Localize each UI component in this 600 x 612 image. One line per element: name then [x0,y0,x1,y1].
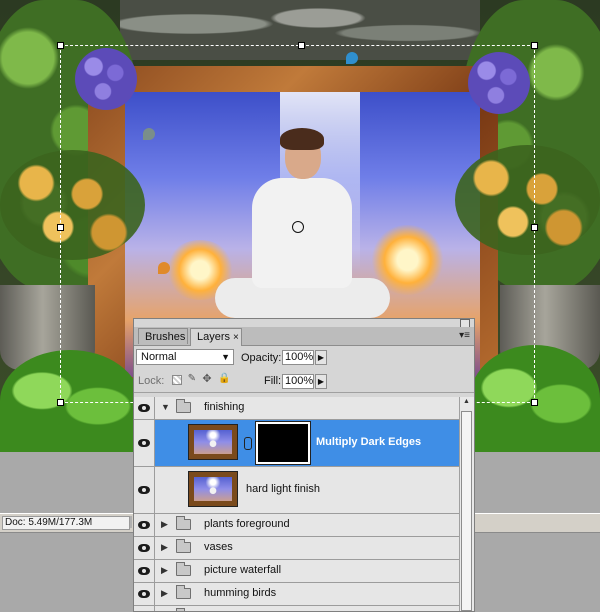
collapse-arrow-icon[interactable]: ▶ [161,542,168,553]
tab-layers[interactable]: Layers × [190,328,242,346]
lock-all-icon[interactable]: 🔒 [218,374,230,385]
tab-brushes[interactable]: Brushes [138,328,188,344]
blend-mode-value: Normal [141,351,177,363]
collapse-arrow-icon[interactable]: ▶ [161,519,168,530]
layer-thumbnail[interactable] [188,424,238,460]
lock-label: Lock: [138,375,165,387]
fill-field[interactable]: 100% [282,374,314,389]
transform-handle-middle-right[interactable] [531,224,538,231]
layer-name: plants foreground [204,518,290,530]
folder-icon [176,539,191,553]
lock-transparent-pixels-icon[interactable] [172,375,182,385]
layer-name: Multiply Dark Edges [316,436,422,448]
layer-thumbnail[interactable] [188,471,238,507]
eye-icon [138,544,150,552]
opacity-field[interactable]: 100% [282,350,314,365]
opacity-slider-toggle[interactable]: ▶ [315,350,327,365]
layer-row-hard-light-finish[interactable]: hard light finish [134,467,461,514]
lock-position-icon[interactable]: ✥ [202,374,212,385]
blend-opacity-row: Normal ▼ Opacity: 100% ▶ [134,346,474,370]
eye-icon [138,590,150,598]
tab-layers-label: Layers [197,331,231,343]
layer-name: vases [204,541,233,553]
opacity-label: Opacity: [241,352,282,364]
panel-menu-icon[interactable]: ▾≡ [459,330,470,341]
eye-icon [138,521,150,529]
expand-arrow-icon[interactable]: ▼ [161,402,170,412]
visibility-toggle[interactable] [134,583,155,605]
layer-row-vases[interactable]: ▶ vases [134,537,461,560]
transform-handle-bottom-left[interactable] [57,399,64,406]
transform-handle-top-middle[interactable] [297,42,305,49]
eye-icon [138,486,150,494]
transform-handle-bottom-right[interactable] [531,399,538,406]
transform-handle-top-left[interactable] [57,42,64,49]
layer-row-humming-birds[interactable]: ▶ humming birds [134,583,461,606]
visibility-toggle[interactable] [134,606,155,611]
eye-icon [138,404,150,412]
visibility-toggle[interactable] [134,560,155,582]
status-divider [130,516,132,528]
folder-icon [176,399,191,413]
panel-title-bar[interactable] [134,319,474,328]
visibility-toggle[interactable] [134,397,155,419]
layer-name: hard light finish [246,483,320,495]
lock-fill-row: Lock: ✎ ✥ 🔒 Fill: 100% ▶ [134,370,474,393]
layer-name: humming birds [204,587,277,599]
layer-name: finishing [204,401,245,413]
scroll-up-icon[interactable]: ▲ [461,398,472,409]
folder-icon [176,516,191,530]
tab-brushes-label: Brushes [145,331,186,343]
layer-mask-thumbnail[interactable] [255,421,311,465]
eye-icon [138,439,150,447]
folder-icon [176,585,191,599]
fill-label: Fill: [264,375,282,387]
visibility-toggle[interactable] [134,514,155,536]
transform-center-icon[interactable] [292,221,304,233]
folder-icon [176,562,191,576]
layer-name: picture waterfall [204,564,282,576]
panel-tab-row: Brushes Layers × ▾≡ [134,327,474,346]
lock-image-pixels-icon[interactable]: ✎ [187,374,197,385]
collapse-arrow-icon[interactable]: ▶ [161,588,168,599]
collapse-arrow-icon[interactable]: ▶ [161,565,168,576]
blend-mode-select[interactable]: Normal ▼ [136,349,234,365]
layer-row-finishing[interactable]: ▼ finishing [134,397,461,420]
layer-row-multiply-dark-edges[interactable]: Multiply Dark Edges [134,420,461,467]
layer-list-scrollbar[interactable]: ▲ [459,397,474,611]
visibility-toggle[interactable] [134,420,155,466]
close-tab-icon[interactable]: × [233,332,239,343]
visibility-toggle[interactable] [134,467,155,513]
transform-handle-middle-left[interactable] [57,224,64,231]
layer-row-picture-waterfall[interactable]: ▶ picture waterfall [134,560,461,583]
layers-panel: Brushes Layers × ▾≡ Normal ▼ Opacity: 100… [133,318,475,612]
chain-link-icon[interactable] [244,437,252,450]
layer-row-plants-foreground[interactable]: ▶ plants foreground [134,514,461,537]
chevron-down-icon: ▼ [221,352,230,362]
layer-row-partial[interactable]: ▶ [134,606,461,611]
doc-size-info[interactable]: Doc: 5.49M/177.3M [2,516,130,530]
layer-list: ▼ finishing Multiply Dark Edges hard lig… [134,397,461,611]
visibility-toggle[interactable] [134,537,155,559]
scrollbar-thumb[interactable] [461,411,472,611]
transform-handle-top-right[interactable] [531,42,538,49]
eye-icon [138,567,150,575]
fill-slider-toggle[interactable]: ▶ [315,374,327,389]
